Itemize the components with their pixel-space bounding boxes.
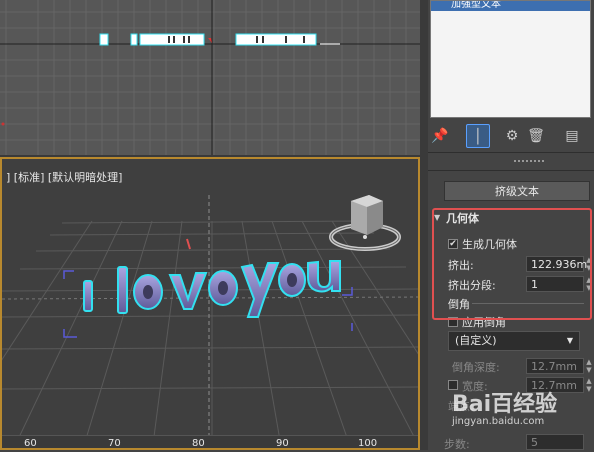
width-spinner[interactable]: ▲ ▼ — [584, 377, 594, 393]
selected-list-item[interactable]: 加强型文本 — [431, 1, 590, 11]
make-unique-icon[interactable]: ⚙ — [500, 124, 524, 148]
watermark-brand: Bai百经验 — [452, 392, 558, 417]
watermark-url: jingyan.baidu.com — [452, 416, 545, 427]
show-end-result-icon[interactable]: │ — [466, 124, 490, 148]
ruler-tick-70: 70 — [108, 438, 121, 449]
viewport-panel-divider[interactable] — [420, 0, 428, 450]
remove-modifier-icon[interactable]: 🗑 — [524, 124, 548, 148]
i-love-you-text[interactable] — [83, 260, 341, 318]
ruler-tick-60: 60 — [24, 438, 37, 449]
perspective-viewport[interactable]: ] [标准] [默认明暗处理] 60 70 80 90 100 — [0, 157, 420, 450]
highlight-box — [432, 208, 592, 320]
ruler-tick-90: 90 — [276, 438, 289, 449]
bevel-depth-label: 倒角深度: — [452, 361, 500, 374]
bevel-depth-spinner[interactable]: ▲ ▼ — [584, 358, 594, 374]
divider — [428, 170, 594, 171]
bevel-preset-dropdown[interactable]: (自定义) ▼ — [448, 331, 580, 351]
steps-input[interactable]: 5 — [526, 434, 584, 450]
ruler-tick-80: 80 — [192, 438, 205, 449]
divider — [428, 152, 594, 153]
pin-stack-icon[interactable]: 📌 — [428, 124, 452, 148]
panel-resize-handle[interactable] — [514, 160, 544, 166]
chevron-down-icon: ▼ — [566, 336, 573, 345]
top-viewport-grid — [0, 0, 426, 155]
viewcube-icon[interactable] — [327, 191, 407, 257]
bevel-preset-value: (自定义) — [455, 334, 497, 347]
ruler-tick-100: 100 — [358, 438, 378, 449]
bevel-depth-input[interactable]: 12.7mm — [526, 358, 584, 374]
viewport-label[interactable]: ] [标准] [默认明暗处理] — [6, 169, 122, 185]
extrude-text-button[interactable]: 挤级文本 — [444, 181, 590, 201]
time-ruler[interactable]: 60 70 80 90 100 — [2, 435, 418, 449]
text-top-view[interactable] — [99, 33, 317, 46]
top-viewport[interactable] — [0, 0, 426, 157]
configure-modifier-sets-icon[interactable]: ▤ — [560, 124, 584, 148]
object-list[interactable]: 加强型文本 — [430, 0, 591, 118]
